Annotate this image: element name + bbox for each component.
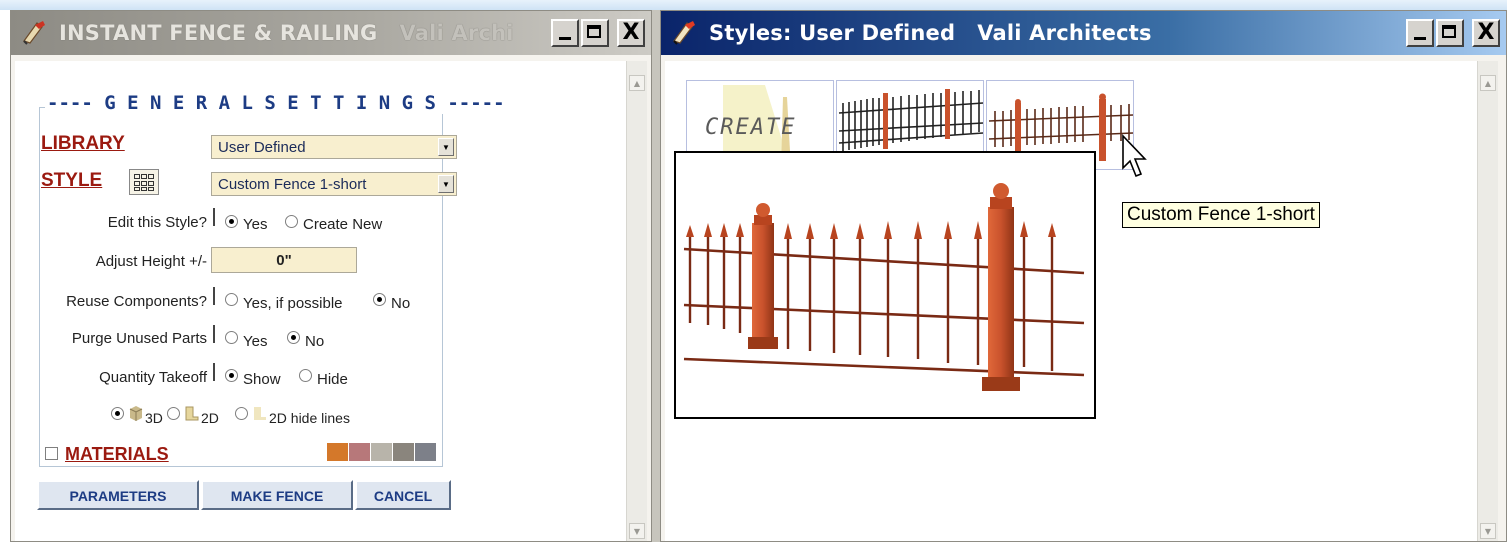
org-title: Vali Archi — [399, 21, 514, 45]
bracket-divider — [213, 208, 215, 226]
edit-style-label: Edit this Style? — [107, 214, 207, 231]
window-separator — [652, 10, 660, 542]
plan-hide-lines-icon — [254, 407, 266, 420]
purge-no-radio[interactable] — [287, 331, 300, 344]
library-value: User Defined — [218, 139, 306, 156]
style-select[interactable]: Custom Fence 1-short ▼ — [211, 172, 457, 196]
fence-app-icon — [673, 21, 695, 45]
parameters-button[interactable]: PARAMETERS — [37, 480, 199, 510]
purge-yes-radio[interactable] — [225, 331, 238, 344]
dropdown-arrow-icon[interactable]: ▼ — [438, 175, 454, 193]
maximize-button[interactable] — [581, 19, 609, 47]
title-bar[interactable]: INSTANT FENCE & RAILING Vali Archi X — [11, 11, 651, 55]
purge-yes-label[interactable]: Yes — [243, 333, 267, 350]
vertical-scrollbar[interactable]: ▲ ▼ — [1477, 61, 1498, 541]
window-controls: X — [1406, 19, 1500, 47]
bracket-divider — [213, 287, 215, 305]
cube-3d-icon — [129, 406, 143, 421]
purge-unused-label: Purge Unused Parts — [71, 330, 207, 347]
library-label[interactable]: LIBRARY — [41, 133, 125, 155]
dropdown-arrow-icon[interactable]: ▼ — [438, 138, 454, 156]
view-3d-label[interactable]: 3D — [145, 410, 163, 426]
scroll-down-icon[interactable]: ▼ — [1480, 523, 1496, 539]
close-button[interactable]: X — [1472, 19, 1500, 47]
reuse-no-radio[interactable] — [373, 293, 386, 306]
scroll-up-icon[interactable]: ▲ — [629, 75, 645, 91]
settings-pane: ---- G E N E R A L S E T T I N G S -----… — [15, 61, 631, 541]
material-swatch[interactable] — [393, 443, 414, 461]
make-fence-button[interactable]: MAKE FENCE — [201, 480, 353, 510]
view-2d-radio[interactable] — [167, 407, 180, 420]
scroll-up-icon[interactable]: ▲ — [1480, 75, 1496, 91]
fence-preview-image — [683, 183, 1085, 391]
reuse-no-label[interactable]: No — [391, 295, 410, 312]
edit-style-yes-label[interactable]: Yes — [243, 216, 267, 233]
minimize-button[interactable] — [1406, 19, 1434, 47]
edit-style-create-new-radio[interactable] — [285, 215, 298, 228]
bracket-divider — [213, 363, 215, 381]
grid-icon[interactable] — [129, 169, 159, 195]
maximize-button[interactable] — [1436, 19, 1464, 47]
style-tooltip: Custom Fence 1-short — [1122, 202, 1320, 228]
minimize-button[interactable] — [551, 19, 579, 47]
general-settings-heading: ---- G E N E R A L S E T T I N G S ----- — [45, 92, 507, 114]
material-swatch[interactable] — [327, 443, 348, 461]
cancel-button[interactable]: CANCEL — [355, 480, 451, 510]
reuse-components-label: Reuse Components? — [66, 293, 207, 310]
title-bar[interactable]: Styles: User Defined Vali Architects X — [661, 11, 1506, 55]
style-label[interactable]: STYLE — [41, 170, 102, 192]
material-swatch[interactable] — [349, 443, 370, 461]
material-swatch[interactable] — [371, 443, 392, 461]
window-title: Styles: User Defined Vali Architects — [709, 21, 1152, 45]
desktop-top-edge — [0, 0, 1507, 10]
vertical-scrollbar[interactable]: ▲ ▼ — [626, 61, 647, 541]
purge-no-label[interactable]: No — [305, 333, 324, 350]
material-swatch[interactable] — [415, 443, 436, 461]
library-select[interactable]: User Defined ▼ — [211, 135, 457, 159]
materials-label[interactable]: MATERIALS — [65, 444, 169, 465]
org-title: Vali Architects — [977, 21, 1152, 45]
scroll-down-icon[interactable]: ▼ — [629, 523, 645, 539]
instant-fence-window: INSTANT FENCE & RAILING Vali Archi X ----… — [10, 10, 652, 542]
view-3d-radio[interactable] — [111, 407, 124, 420]
window-controls: X — [551, 19, 645, 47]
takeoff-hide-label[interactable]: Hide — [317, 371, 348, 388]
adjust-height-label: Adjust Height +/- — [95, 253, 207, 270]
close-button[interactable]: X — [617, 19, 645, 47]
takeoff-show-radio[interactable] — [225, 369, 238, 382]
plan-2d-icon — [185, 406, 199, 421]
mouse-pointer-icon — [1122, 134, 1147, 178]
styles-title: Styles: User Defined — [709, 21, 956, 45]
view-2d-hide-lines-label[interactable]: 2D hide lines — [269, 410, 350, 426]
adjust-height-input[interactable]: 0" — [211, 247, 357, 273]
view-2d-label[interactable]: 2D — [201, 410, 219, 426]
style-preview-popup — [674, 151, 1096, 419]
quantity-takeoff-label: Quantity Takeoff — [99, 369, 207, 386]
takeoff-show-label[interactable]: Show — [243, 371, 281, 388]
view-2d-hide-lines-radio[interactable] — [235, 407, 248, 420]
materials-checkbox[interactable] — [45, 447, 58, 460]
create-label: CREATE — [705, 115, 797, 140]
fence-app-icon — [23, 21, 45, 45]
bracket-divider — [213, 325, 215, 343]
edit-style-yes-radio[interactable] — [225, 215, 238, 228]
window-title: INSTANT FENCE & RAILING Vali Archi — [59, 21, 514, 45]
takeoff-hide-radio[interactable] — [299, 369, 312, 382]
reuse-yes-label[interactable]: Yes, if possible — [243, 295, 343, 312]
edit-style-create-new-label[interactable]: Create New — [303, 216, 382, 233]
reuse-yes-radio[interactable] — [225, 293, 238, 306]
style-value: Custom Fence 1-short — [218, 176, 367, 193]
app-title: INSTANT FENCE & RAILING — [59, 21, 378, 45]
